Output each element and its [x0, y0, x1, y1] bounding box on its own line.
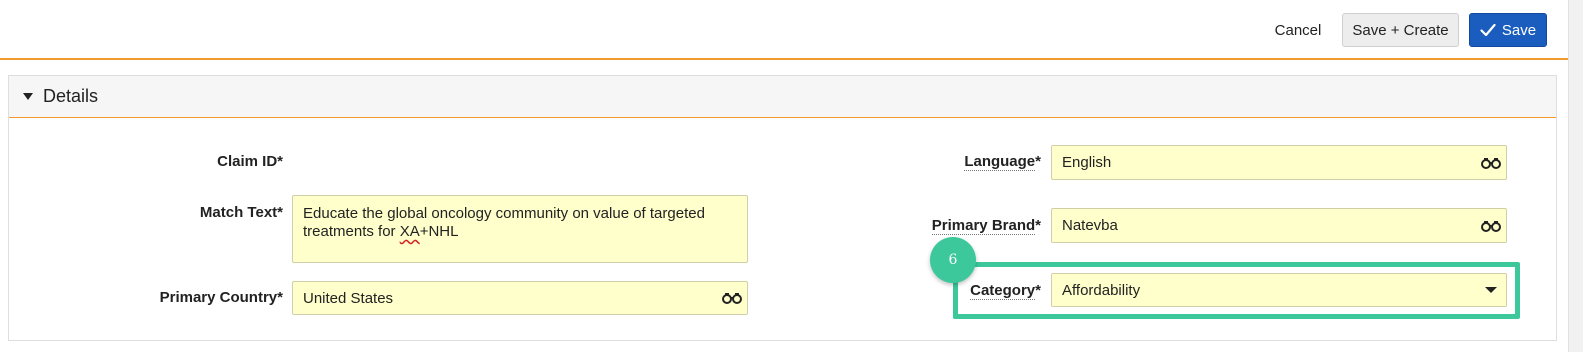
language-value: English	[1062, 154, 1112, 171]
top-toolbar: Cancel Save + Create Save	[0, 0, 1568, 60]
details-section-header[interactable]: Details	[9, 76, 1556, 118]
match-text-line-1: Educate the global oncology community on…	[303, 205, 705, 222]
match-text-field[interactable]: Educate the global oncology community on…	[292, 195, 748, 263]
match-text-line-2: treatments for XA+NHL	[303, 223, 459, 240]
checkmark-icon	[1480, 23, 1496, 37]
match-text-label: Match Text*	[199, 204, 283, 221]
claim-id-label: Claim ID*	[217, 153, 283, 170]
primary-brand-field[interactable]: Natevba	[1051, 208, 1507, 243]
vertical-scrollbar[interactable]	[1568, 0, 1583, 352]
binoculars-icon[interactable]	[717, 292, 747, 304]
cancel-button[interactable]: Cancel	[1262, 13, 1334, 47]
binoculars-icon[interactable]	[1476, 157, 1506, 169]
section-title: Details	[43, 86, 99, 106]
primary-country-label: Primary Country*	[159, 289, 283, 306]
primary-country-value: United States	[303, 289, 394, 307]
primary-brand-value: Natevba	[1062, 217, 1118, 234]
step-badge: 6	[930, 237, 976, 283]
primary-brand-label: Primary Brand*	[931, 217, 1041, 235]
binoculars-icon[interactable]	[1476, 220, 1506, 232]
highlight-box	[953, 262, 1520, 319]
language-label: Language*	[964, 153, 1041, 171]
misspelled-word: XA	[399, 223, 420, 240]
save-button[interactable]: Save	[1469, 13, 1547, 47]
collapse-caret-icon	[23, 93, 33, 100]
save-create-button[interactable]: Save + Create	[1342, 13, 1459, 47]
language-field[interactable]: English	[1051, 145, 1507, 180]
primary-country-field[interactable]: United States	[292, 281, 748, 315]
save-button-label: Save	[1501, 21, 1537, 39]
